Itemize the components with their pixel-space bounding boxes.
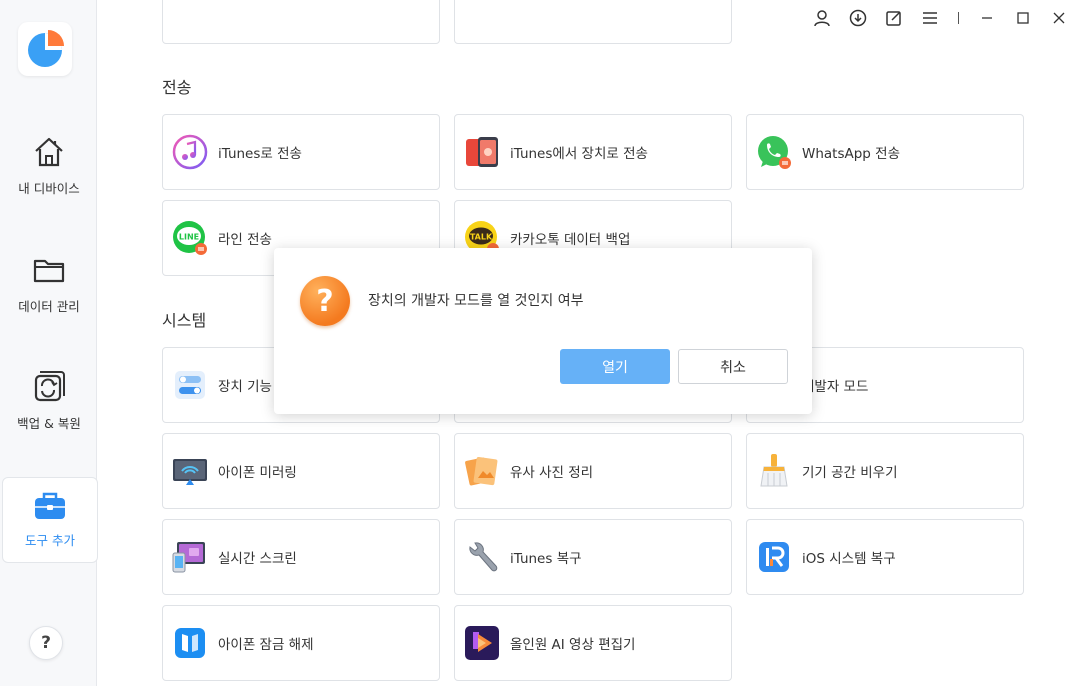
title-bar-controls (804, 8, 1077, 28)
card-label: iTunes로 전송 (218, 146, 302, 162)
card-live-screen[interactable]: 실시간 스크린 (162, 519, 440, 595)
title-bar-separator (958, 12, 959, 24)
card-label: iOS 시스템 복구 (802, 551, 896, 567)
minimize-icon (982, 17, 992, 19)
broom-icon (756, 453, 792, 489)
sidebar-item-label: 도구 추가 (25, 533, 75, 548)
feedback-button[interactable] (876, 8, 912, 28)
svg-text:LINE: LINE (179, 233, 199, 242)
card-label: 장치 기능 (218, 379, 272, 395)
help-button[interactable]: ? (29, 626, 63, 660)
section-title-transfer: 전송 (162, 78, 192, 97)
card-iphone-unlock[interactable]: 아이폰 잠금 해제 (162, 605, 440, 681)
card-label: iTunes에서 장치로 전송 (510, 146, 648, 162)
home-icon (35, 137, 63, 167)
sidebar-item-label: 데이터 관리 (18, 299, 80, 314)
edit-note-icon (886, 11, 901, 26)
card-label: iTunes 복구 (510, 551, 582, 567)
wrench-icon (464, 539, 500, 575)
card-label: 기기 공간 비우기 (802, 465, 898, 481)
section-title-system: 시스템 (162, 311, 207, 330)
toolbox-icon (35, 492, 65, 519)
close-button[interactable] (1041, 8, 1077, 28)
card-label: 실시간 스크린 (218, 551, 297, 567)
card-ios-system-repair[interactable]: iOS 시스템 복구 (746, 519, 1024, 595)
card-whatsapp-transfer[interactable]: WhatsApp 전송 (746, 114, 1024, 190)
card-iphone-mirroring[interactable]: 아이폰 미러링 (162, 433, 440, 509)
whatsapp-icon (756, 134, 792, 170)
card-label: 카카오톡 데이터 백업 (510, 232, 631, 248)
partial-card[interactable] (162, 0, 440, 44)
partial-card[interactable] (454, 0, 732, 44)
itunes-icon (172, 134, 208, 170)
account-button[interactable] (804, 8, 840, 28)
itunes-to-device-icon (464, 134, 500, 170)
open-button[interactable]: 열기 (560, 349, 670, 384)
dialog-message: 장치의 개발자 모드를 열 것인지 여부 (368, 293, 584, 309)
photos-icon (464, 453, 500, 489)
developer-mode-dialog: ? 장치의 개발자 모드를 열 것인지 여부 열기 취소 (274, 248, 812, 414)
card-similar-photos[interactable]: 유사 사진 정리 (454, 433, 732, 509)
sidebar-item-my-device[interactable]: 내 디바이스 (2, 134, 96, 210)
video-editor-icon (464, 625, 500, 661)
card-ai-video-editor[interactable]: 올인원 AI 영상 편집기 (454, 605, 732, 681)
ios-repair-icon (756, 539, 792, 575)
menu-button[interactable] (912, 8, 948, 28)
help-label: ? (41, 633, 51, 653)
close-icon (1053, 12, 1065, 24)
minimize-button[interactable] (969, 8, 1005, 28)
maximize-button[interactable] (1005, 8, 1041, 28)
cancel-button[interactable]: 취소 (678, 349, 788, 384)
toggle-settings-icon (172, 367, 208, 403)
card-label: 유사 사진 정리 (510, 465, 594, 481)
question-icon: ? (300, 276, 350, 326)
unlock-icon (172, 625, 208, 661)
sidebar-item-label: 백업 & 복원 (17, 416, 81, 431)
card-label: 아이폰 미러링 (218, 465, 297, 481)
svg-text:TALK: TALK (470, 233, 493, 242)
card-label: 올인원 AI 영상 편집기 (510, 637, 636, 653)
backup-restore-icon (34, 371, 65, 402)
sidebar: 내 디바이스 데이터 관리 백업 & 복원 도구 추가 ? (0, 0, 98, 686)
card-label: WhatsApp 전송 (802, 146, 901, 162)
card-free-up-space[interactable]: 기기 공간 비우기 (746, 433, 1024, 509)
sidebar-item-backup-restore[interactable]: 백업 & 복원 (2, 369, 96, 445)
folder-icon (33, 259, 65, 283)
sidebar-item-data-management[interactable]: 데이터 관리 (2, 252, 96, 328)
maximize-icon (1017, 12, 1029, 24)
card-itunes-to-device[interactable]: iTunes에서 장치로 전송 (454, 114, 732, 190)
card-itunes-transfer[interactable]: iTunes로 전송 (162, 114, 440, 190)
live-screen-icon (172, 539, 208, 575)
download-icon (849, 9, 867, 27)
menu-icon (923, 12, 937, 24)
card-label: 아이폰 잠금 해제 (218, 637, 314, 653)
card-itunes-repair[interactable]: iTunes 복구 (454, 519, 732, 595)
user-icon (814, 10, 830, 27)
card-label: 라인 전송 (218, 232, 272, 248)
line-icon: LINE (172, 220, 208, 256)
sidebar-item-label: 내 디바이스 (18, 181, 80, 196)
sidebar-item-add-tools[interactable]: 도구 추가 (2, 477, 98, 563)
screen-mirror-icon (172, 453, 208, 489)
app-logo (18, 22, 72, 76)
download-button[interactable] (840, 8, 876, 28)
